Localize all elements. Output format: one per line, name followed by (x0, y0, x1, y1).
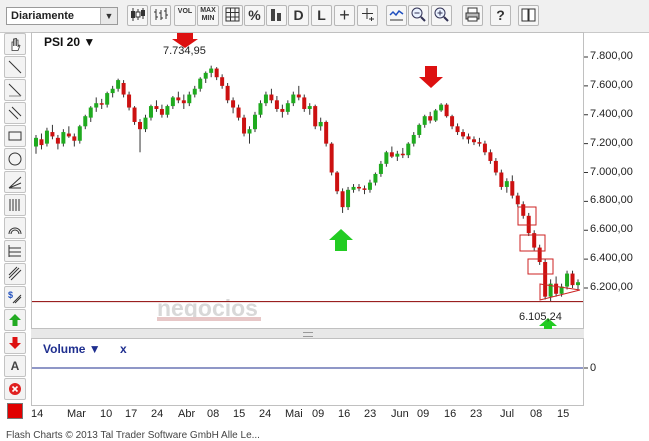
x-tick-label: 09 (417, 408, 430, 420)
x-tick-label: 24 (151, 408, 164, 420)
x-tick-label: 14 (31, 408, 44, 420)
footer-copyright: Flash Charts © 2013 Tal Trader Software … (6, 430, 260, 441)
x-tick-label: 17 (125, 408, 138, 420)
x-tick-label: 23 (470, 408, 483, 420)
volume-svg (32, 367, 588, 369)
x-tick-label: Jul (500, 408, 515, 420)
x-tick-label: 23 (364, 408, 377, 420)
x-tick-label: 08 (530, 408, 543, 420)
x-tick-label: 16 (444, 408, 457, 420)
x-tick-label: Abr (178, 408, 196, 420)
x-tick-label: 15 (233, 408, 246, 420)
x-tick-label: 16 (338, 408, 351, 420)
x-tick-label: 15 (557, 408, 570, 420)
x-tick-label: 09 (312, 408, 325, 420)
x-tick-label: 10 (100, 408, 113, 420)
volume-y-label: 0 (590, 362, 597, 374)
x-tick-label: Mar (67, 408, 86, 420)
x-tick-label: Mai (285, 408, 303, 420)
x-tick-label: 24 (259, 408, 272, 420)
x-tick-label: 08 (207, 408, 220, 420)
x-tick-label: Jun (391, 408, 409, 420)
